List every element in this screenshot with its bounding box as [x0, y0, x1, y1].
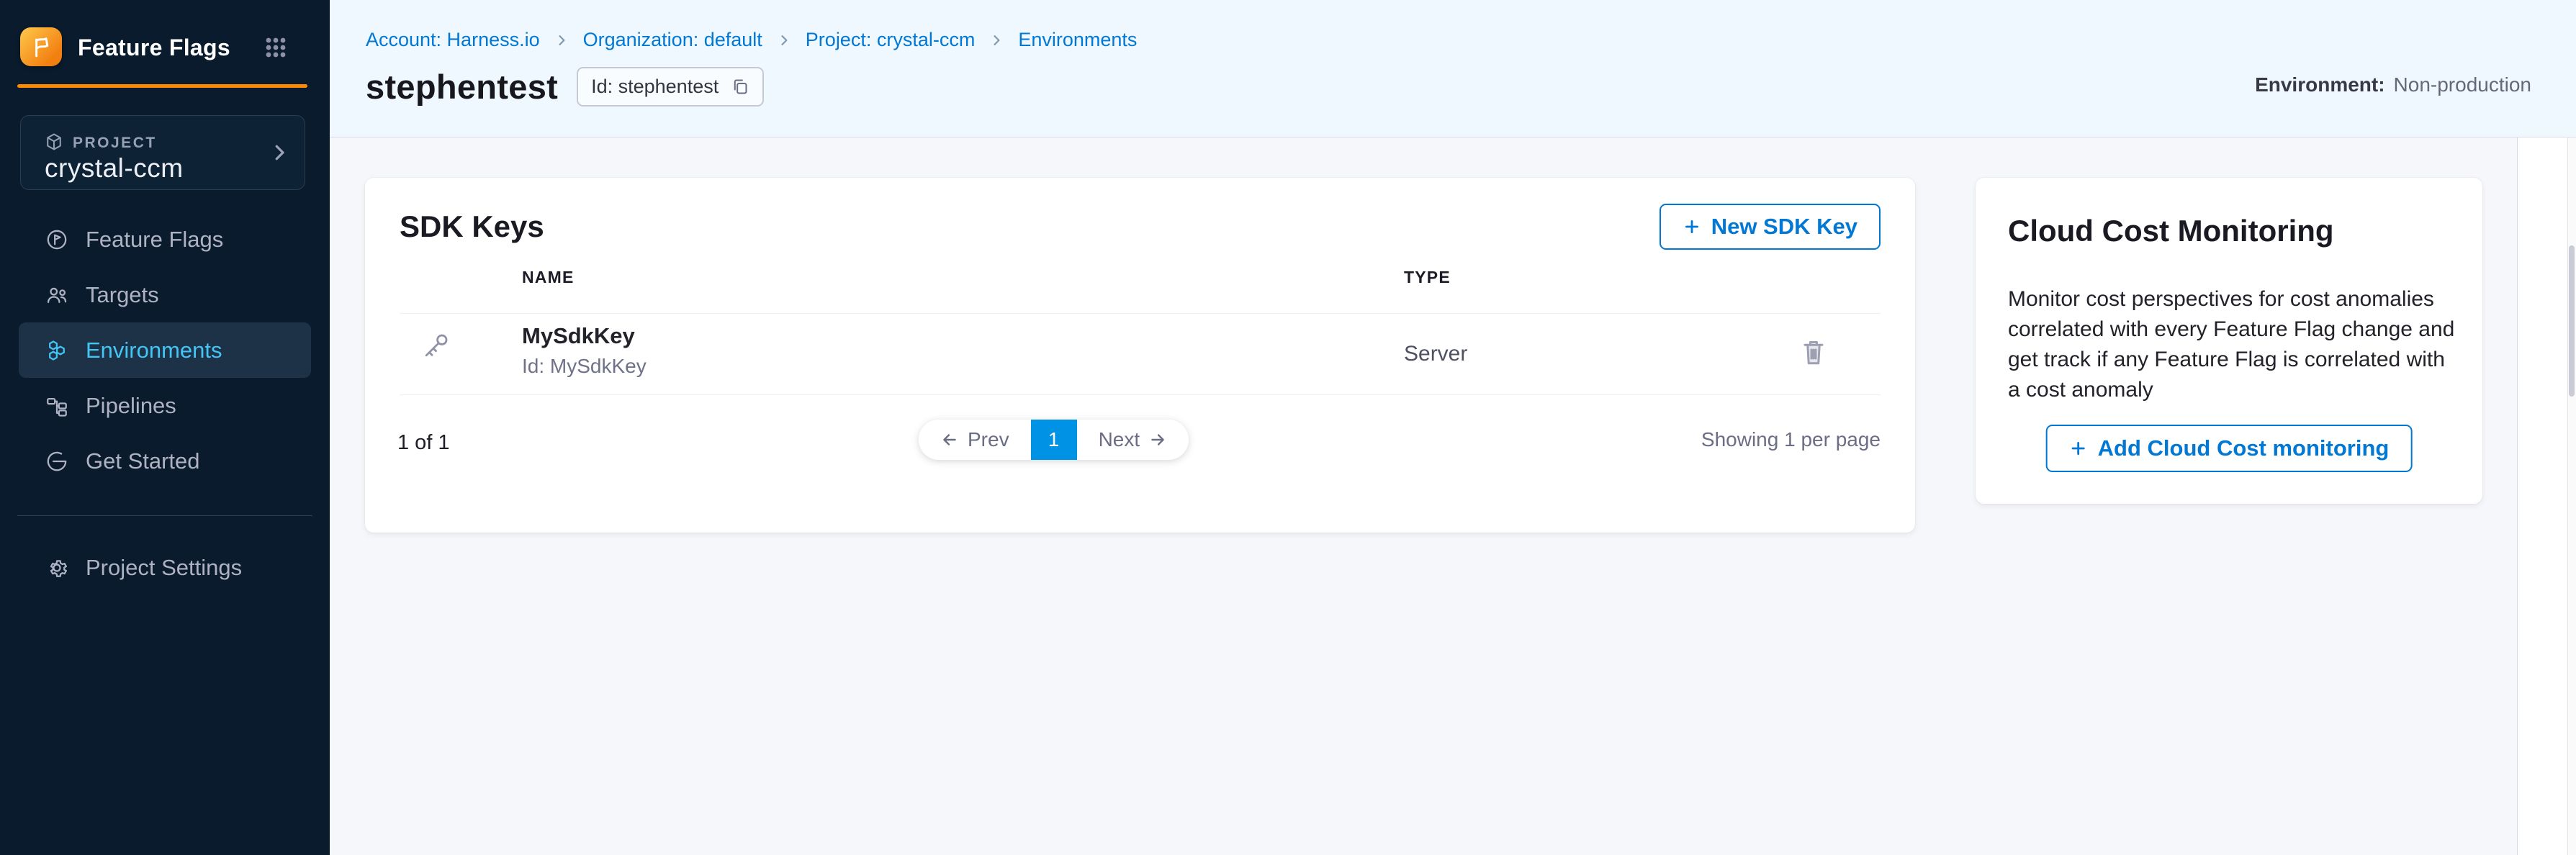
pagination: Prev 1 Next	[919, 420, 1189, 460]
sidebar-item-targets[interactable]: Targets	[19, 267, 311, 322]
sidebar-item-project-settings[interactable]: Project Settings	[19, 540, 311, 595]
new-sdk-key-label: New SDK Key	[1711, 214, 1857, 240]
arrow-left-icon	[940, 430, 959, 449]
flag-icon	[29, 35, 53, 59]
sidebar: Feature Flags PROJECT crystal-ccm	[0, 0, 330, 855]
next-page-button[interactable]: Next	[1077, 420, 1189, 460]
pipeline-icon	[45, 394, 69, 418]
table-divider	[400, 313, 1881, 314]
column-header-name: NAME	[522, 268, 575, 287]
sdk-keys-title: SDK Keys	[400, 209, 544, 244]
add-cloud-cost-label: Add Cloud Cost monitoring	[2098, 435, 2390, 461]
environment-id-text: Id: stephentest	[591, 76, 719, 98]
project-label: PROJECT	[73, 135, 157, 152]
column-header-type: TYPE	[1404, 268, 1451, 287]
sidebar-item-feature-flags[interactable]: Feature Flags	[19, 212, 311, 267]
title-row: stephentest Id: stephentest	[366, 60, 764, 112]
chevron-right-icon	[989, 33, 1004, 48]
copy-icon[interactable]	[730, 77, 749, 96]
page-indicator: 1 of 1	[397, 431, 450, 455]
environment-label: Environment:	[2255, 73, 2384, 96]
project-cube-icon	[44, 132, 64, 152]
sidebar-item-get-started[interactable]: Get Started	[19, 433, 311, 489]
breadcrumb-project[interactable]: Project: crystal-ccm	[806, 29, 976, 51]
page-number-button[interactable]: 1	[1031, 420, 1077, 460]
sdk-keys-header: SDK Keys New SDK Key	[400, 202, 1881, 251]
plus-icon	[2069, 439, 2088, 458]
sidebar-divider	[17, 515, 312, 516]
module-accent-line	[17, 84, 307, 88]
breadcrumb-account[interactable]: Account: Harness.io	[366, 29, 540, 51]
gear-icon	[45, 556, 69, 580]
sidebar-item-pipelines[interactable]: Pipelines	[19, 378, 311, 433]
breadcrumb: Account: Harness.io Organization: defaul…	[366, 29, 1137, 51]
flag-circle-icon	[45, 227, 69, 252]
cloud-cost-card: Cloud Cost Monitoring Monitor cost persp…	[1976, 178, 2482, 504]
trash-icon	[1801, 338, 1827, 366]
environment-id-badge: Id: stephentest	[577, 67, 764, 107]
next-label: Next	[1099, 428, 1140, 451]
add-cloud-cost-button[interactable]: Add Cloud Cost monitoring	[2046, 425, 2413, 472]
scrollbar-track[interactable]	[2567, 137, 2576, 855]
scrollbar-thumb[interactable]	[2569, 245, 2575, 397]
delete-sdk-key-button[interactable]	[1796, 333, 1831, 371]
prev-label: Prev	[968, 428, 1009, 451]
hexagons-icon	[45, 338, 69, 363]
sdk-key-icon	[420, 330, 451, 362]
feature-flags-logo	[20, 27, 62, 66]
project-name: crystal-ccm	[45, 153, 184, 184]
table-divider	[400, 394, 1881, 395]
cloud-cost-description: Monitor cost perspectives for cost anoma…	[2008, 284, 2456, 405]
app-switcher-grid-icon[interactable]	[265, 37, 287, 58]
arrow-right-icon	[1148, 430, 1167, 449]
sdk-key-name[interactable]: MySdkKey	[522, 323, 635, 349]
environment-info: Environment: Non-production	[2255, 73, 2531, 96]
app-title: Feature Flags	[78, 35, 230, 61]
sidebar-settings: Project Settings	[0, 540, 330, 595]
sidebar-item-environments[interactable]: Environments	[19, 322, 311, 378]
sdk-keys-card: SDK Keys New SDK Key NAME TYPE MySdkKey …	[365, 178, 1915, 533]
get-started-icon	[45, 449, 69, 474]
cloud-cost-title: Cloud Cost Monitoring	[2008, 214, 2334, 248]
people-icon	[45, 283, 69, 307]
sidebar-item-label: Targets	[86, 282, 159, 308]
plus-icon	[1683, 217, 1701, 236]
sidebar-nav: Feature Flags Targets Env	[0, 212, 330, 489]
chevron-right-icon	[777, 33, 791, 48]
showing-per-page: Showing 1 per page	[1701, 428, 1881, 451]
sidebar-item-label: Feature Flags	[86, 227, 223, 253]
project-selector[interactable]: PROJECT crystal-ccm	[20, 115, 305, 190]
new-sdk-key-button[interactable]: New SDK Key	[1659, 204, 1881, 250]
page-header: Account: Harness.io Organization: defaul…	[330, 0, 2576, 137]
chevron-right-icon	[554, 33, 569, 48]
prev-page-button[interactable]: Prev	[919, 420, 1031, 460]
breadcrumb-environments[interactable]: Environments	[1018, 29, 1137, 51]
sidebar-item-label: Get Started	[86, 448, 200, 474]
chevron-right-icon	[269, 142, 290, 163]
page-title: stephentest	[366, 67, 558, 107]
environment-type-value: Non-production	[2394, 73, 2531, 96]
sdk-key-type: Server	[1404, 342, 1467, 366]
sidebar-item-label: Project Settings	[86, 555, 242, 581]
sdk-key-id: Id: MySdkKey	[522, 355, 647, 378]
sidebar-item-label: Environments	[86, 338, 222, 363]
breadcrumb-organization[interactable]: Organization: default	[583, 29, 762, 51]
sidebar-item-label: Pipelines	[86, 393, 176, 419]
